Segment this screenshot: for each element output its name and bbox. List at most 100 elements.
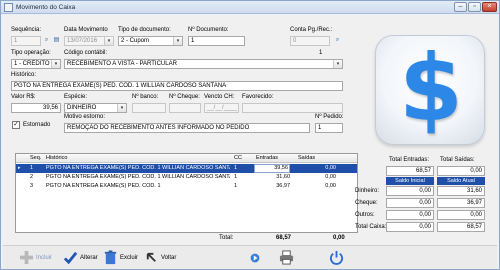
maximize-button[interactable]: ▫ bbox=[468, 2, 481, 12]
n-documento-field[interactable]: 1 bbox=[188, 36, 245, 46]
cell-historico: PGTO NA ENTREGA EXAME(S) PED. CÓD. 1 WIL… bbox=[46, 165, 230, 171]
saldo-atual-field: 36,97 bbox=[437, 198, 485, 208]
n-pedido-label: Nº Pedido: bbox=[315, 114, 344, 120]
cell-saidas: 0,00 bbox=[325, 174, 336, 180]
saldo-atual-header: Saldo Atual bbox=[437, 177, 485, 185]
cell-historico: PGTO NA ENTREGA EXAME(S) PED. CÓD. 1 bbox=[46, 183, 161, 189]
table-row[interactable]: 3 PGTO NA ENTREGA EXAME(S) PED. CÓD. 1 1 36… bbox=[16, 182, 357, 191]
table-header: Seq. Histórico CC Entradas Saídas bbox=[16, 154, 357, 163]
summary-label: Dinheiro: bbox=[355, 188, 380, 194]
n-banco-label: Nº banco: bbox=[132, 94, 159, 100]
toolbar: Incluir Alterar Excluir Voltar bbox=[3, 245, 497, 269]
summary-label: Total Caixa: bbox=[355, 224, 387, 230]
summary-label: Outros: bbox=[355, 212, 375, 218]
historico-field[interactable]: PGTO NA ENTREGA EXAME(S) PED. CÓD. 1 WIL… bbox=[11, 81, 343, 91]
col-entradas-header[interactable]: Entradas bbox=[256, 155, 278, 161]
voltar-button[interactable]: Voltar bbox=[144, 250, 182, 266]
table-row[interactable]: 2 PGTO NA ENTREGA EXAME(S) PED. CÓD. 1 WI… bbox=[16, 173, 357, 182]
dollar-logo: $ bbox=[375, 35, 485, 145]
total-label: Total: bbox=[219, 235, 234, 241]
checkmark-icon bbox=[63, 251, 78, 265]
saldo-inicial-header: Saldo Inicial bbox=[386, 177, 434, 185]
saldo-inicial-field: 0,00 bbox=[386, 198, 434, 208]
power-button[interactable] bbox=[329, 250, 345, 266]
saldo-atual-field: 0,00 bbox=[437, 210, 485, 220]
minimize-button[interactable]: – bbox=[454, 2, 467, 12]
total-entradas: 68,57 bbox=[276, 235, 292, 241]
close-button[interactable]: × bbox=[482, 2, 497, 12]
vencto-ch-field[interactable]: __/__/____ bbox=[204, 103, 239, 113]
chevron-down-icon: ▾ bbox=[51, 60, 60, 68]
saldo-atual-field: 68,57 bbox=[437, 222, 485, 232]
plus-icon bbox=[19, 250, 34, 265]
data-movimento-field[interactable]: 13/07/2016 ▾ bbox=[64, 36, 114, 46]
data-movimento-label: Data Movimento bbox=[64, 27, 108, 33]
n-documento-label: Nº Documento: bbox=[188, 27, 229, 33]
codigo-contabil-label: Código contábil: bbox=[64, 50, 108, 56]
total-entradas-field: 68,57 bbox=[386, 166, 434, 176]
search-icon[interactable]: ⌕ bbox=[333, 36, 342, 45]
table-row[interactable]: ▸ 1 PGTO NA ENTREGA EXAME(S) PED. CÓD. 1 W… bbox=[16, 164, 357, 173]
conta-pg-rec-field[interactable]: 0 bbox=[290, 36, 330, 46]
play-button[interactable] bbox=[250, 250, 262, 266]
tipo-operacao-select[interactable]: 1 - CRÉDITO ▾ bbox=[11, 59, 61, 69]
chevron-down-icon: ▾ bbox=[104, 37, 113, 45]
title-bar: Movimento do Caixa – ▫ × bbox=[1, 1, 499, 14]
dollar-icon: $ bbox=[398, 35, 463, 142]
print-icon[interactable]: ▤ bbox=[52, 36, 61, 45]
tipo-operacao-label: Tipo operação: bbox=[11, 50, 51, 56]
n-cheque-label: Nº Cheque: bbox=[169, 94, 200, 100]
total-entradas-label: Total Entradas: bbox=[389, 157, 430, 163]
alterar-button[interactable]: Alterar bbox=[63, 250, 101, 266]
especie-select[interactable]: DINHEIRO ▾ bbox=[64, 103, 127, 113]
motivo-estorno-field[interactable]: REMOÇÃO DO RECEBIMENTO ANTES INFORMADO N… bbox=[64, 123, 310, 133]
n-banco-field[interactable] bbox=[132, 103, 166, 113]
favorecido-field[interactable] bbox=[242, 103, 343, 113]
col-saidas-header[interactable]: Saídas bbox=[298, 155, 315, 161]
print-button[interactable] bbox=[279, 250, 295, 266]
total-saidas-label: Total Saídas: bbox=[440, 157, 475, 163]
cell-entradas: 31,60 bbox=[276, 174, 290, 180]
cell-entradas: 39,56 bbox=[254, 164, 290, 173]
col-cc-header[interactable]: CC bbox=[234, 155, 242, 161]
estornado-checkbox[interactable]: ✓ bbox=[12, 121, 20, 129]
incluir-button[interactable]: Incluir bbox=[19, 250, 61, 266]
total-saidas-field: 0,00 bbox=[437, 166, 485, 176]
app-icon bbox=[4, 3, 13, 12]
arrow-back-icon bbox=[146, 252, 156, 262]
cell-cc: 1 bbox=[234, 165, 238, 171]
power-icon bbox=[329, 250, 344, 265]
sequencia-field[interactable]: 1 bbox=[11, 36, 41, 46]
summary-label: Cheque: bbox=[355, 200, 378, 206]
window-title: Movimento do Caixa bbox=[16, 4, 76, 11]
movements-table[interactable]: Seq. Histórico CC Entradas Saídas ▸ 1 PGTO… bbox=[15, 153, 358, 233]
col-historico-header[interactable]: Histórico bbox=[46, 155, 67, 161]
cell-historico: PGTO NA ENTREGA EXAME(S) PED. CÓD. 1 WIL… bbox=[46, 174, 230, 180]
n-cheque-field[interactable] bbox=[169, 103, 201, 113]
vencto-ch-label: Vencto CH: bbox=[204, 94, 235, 100]
total-saidas: 0,00 bbox=[333, 235, 345, 241]
printer-icon bbox=[279, 250, 294, 265]
form-area: Sequência: 1 ⌕ ▤ Data Movimento 13/07/20… bbox=[3, 15, 497, 269]
chevron-down-icon: ▾ bbox=[173, 37, 182, 45]
excluir-button[interactable]: Excluir bbox=[103, 250, 141, 266]
codigo-contabil-select[interactable]: RECEBIMENTO A VISTA - PARTICULAR ▾ bbox=[64, 59, 343, 69]
saldo-inicial-field: 0,00 bbox=[386, 210, 434, 220]
chevron-down-icon: ▾ bbox=[333, 60, 342, 68]
cell-seq: 1 bbox=[30, 165, 34, 171]
valor-label: Valor R$: bbox=[11, 94, 36, 100]
tipo-documento-select[interactable]: 2 - Cupom ▾ bbox=[118, 36, 183, 46]
main-window: Movimento do Caixa – ▫ × Sequência: 1 ⌕ … bbox=[0, 0, 500, 270]
cell-cc: 1 bbox=[234, 174, 238, 180]
conta-pg-rec-label: Conta Pg./Rec.: bbox=[290, 27, 333, 33]
n-pedido-field[interactable]: 1 bbox=[315, 123, 343, 133]
favorecido-label: Favorecido: bbox=[242, 94, 274, 100]
search-icon[interactable]: ⌕ bbox=[42, 36, 51, 45]
cell-saidas: 0,00 bbox=[325, 165, 336, 171]
col-seq-header[interactable]: Seq. bbox=[30, 155, 41, 161]
saldo-inicial-field: 0,00 bbox=[386, 222, 434, 232]
cell-seq: 3 bbox=[30, 183, 34, 189]
tipo-documento-label: Tipo de documento: bbox=[118, 27, 171, 33]
valor-field[interactable]: 39,56 bbox=[11, 103, 61, 113]
cell-seq: 2 bbox=[30, 174, 34, 180]
